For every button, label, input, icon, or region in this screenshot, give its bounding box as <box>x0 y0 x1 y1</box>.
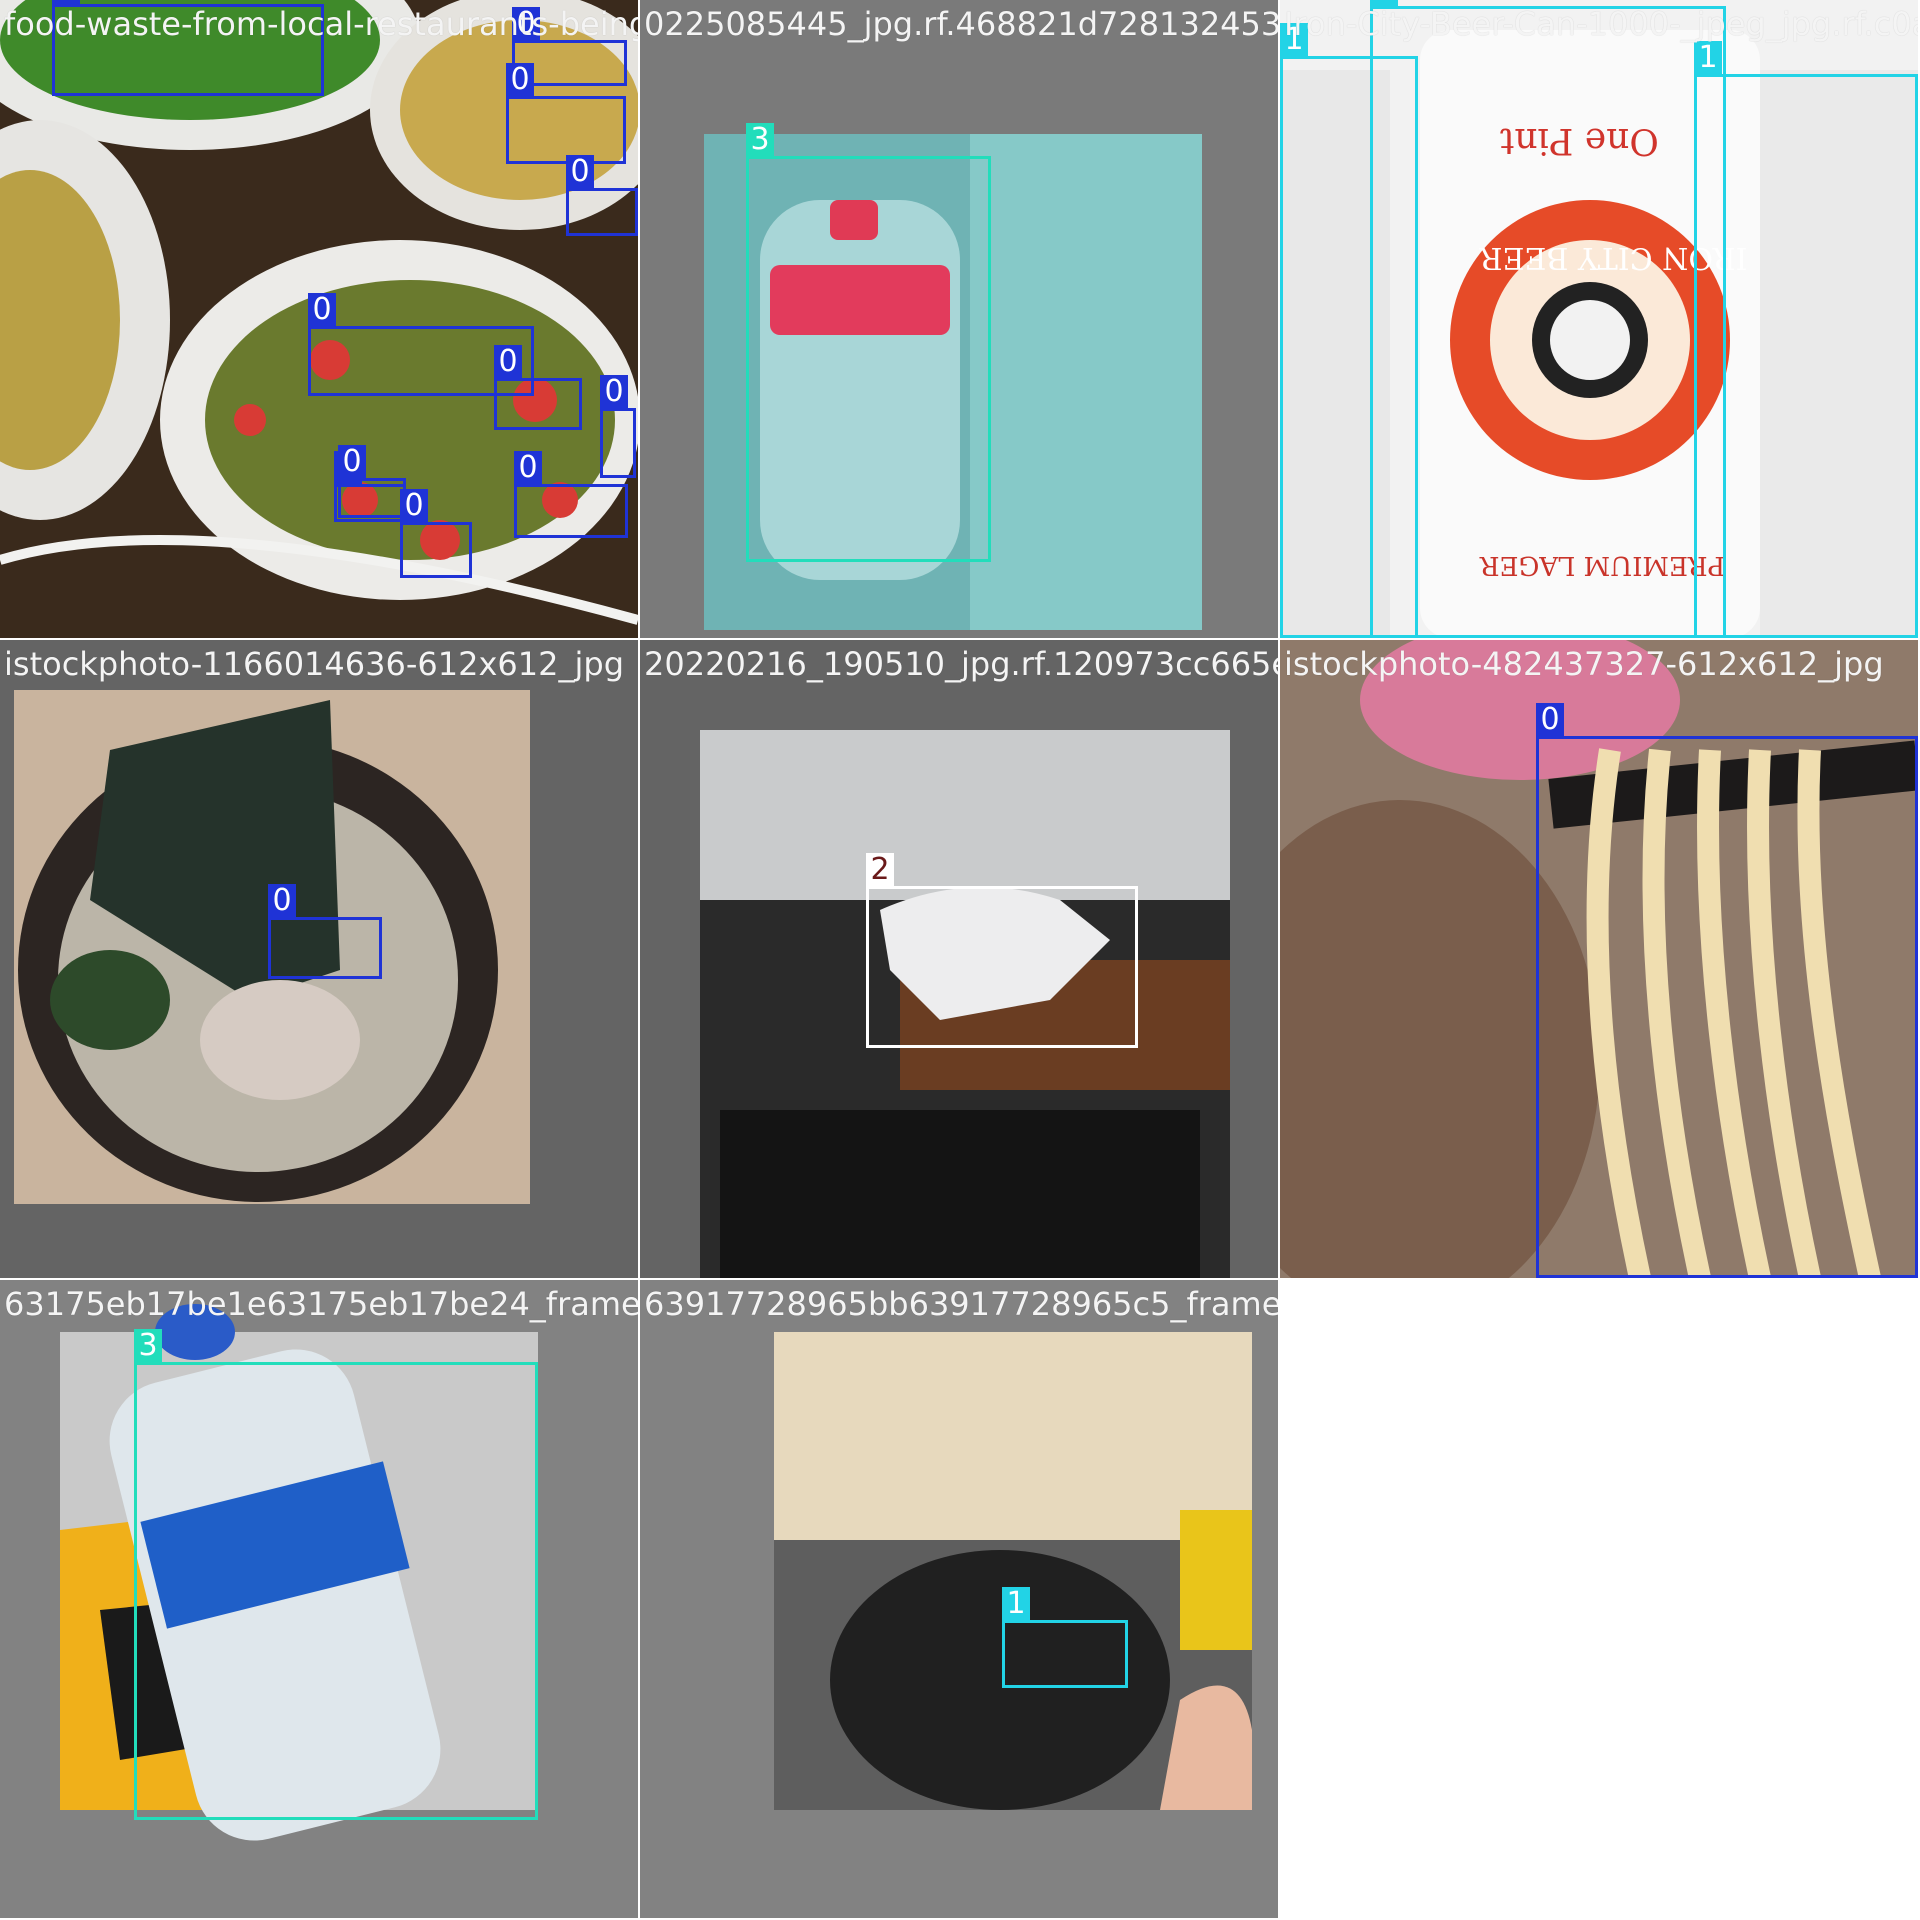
class-label: 3 <box>746 123 774 157</box>
tile-filename: 20220216_190510_jpg.rf.120973cc665e5b53 <box>644 645 1278 683</box>
tile-tissue-on-desk: 20220216_190510_jpg.rf.120973cc665e5b53 2 <box>640 640 1278 1278</box>
detection-box: 0 <box>514 451 628 538</box>
detection-box: 3 <box>134 1329 538 1820</box>
tile-filename: Iron-City-Beer-Can-1000-_jpeg_jpg.rf.c0a… <box>1284 5 1918 43</box>
detection-box: 0 <box>400 489 472 578</box>
detection-box: 0 <box>600 375 636 478</box>
detection-box: 1 <box>1002 1587 1128 1688</box>
class-label: 0 <box>566 155 594 189</box>
detection-box: 0 <box>268 884 382 979</box>
class-label: 0 <box>494 345 522 379</box>
detection-box: 3 <box>746 123 991 562</box>
tile-ramen-bowl: istockphoto-1166014636-612x612_jpg 0 <box>0 640 638 1278</box>
class-label: 0 <box>308 293 336 327</box>
class-label: 0 <box>268 884 296 918</box>
tile-plastic-bottle-corner: 0225085445_jpg.rf.468821d728132453a31 3 <box>640 0 1278 638</box>
tile-bin-opening: 63917728965bb63917728965c5_frame22_jpg.r… <box>640 1280 1278 1918</box>
detection-box: 2 <box>866 853 1138 1048</box>
class-label: 1 <box>1694 41 1722 75</box>
mosaic-grid: food-waste-from-local-restaurants-being 0… <box>0 0 1920 1920</box>
tile-food-waste-buckets: food-waste-from-local-restaurants-being 0… <box>0 0 638 638</box>
class-label: 0 <box>400 489 428 523</box>
class-label: 0 <box>338 445 366 479</box>
class-label: 0 <box>600 375 628 409</box>
tile-beer-cans: Iron-City-Beer-Can-1000-_jpeg_jpg.rf.c0a… <box>1280 0 1918 638</box>
tile-filename: 63175eb17be1e63175eb17be24_frame34_jpg <box>4 1285 638 1323</box>
tile-water-bottle-hand: 63175eb17be1e63175eb17be24_frame34_jpg 3 <box>0 1280 638 1918</box>
class-label: 3 <box>134 1329 162 1363</box>
class-label: 0 <box>506 63 534 97</box>
class-label: 1 <box>1002 1587 1030 1621</box>
tile-noodles-chopsticks: istockphoto-482437327-612x612_jpg 0 <box>1280 640 1918 1278</box>
detection-box: 0 <box>566 155 638 236</box>
detection-box: 0 <box>506 63 626 164</box>
class-label: 0 <box>514 451 542 485</box>
detection-box: 0 <box>338 445 406 518</box>
class-label: 2 <box>866 853 894 887</box>
detection-box: 1 <box>1694 41 1918 638</box>
bin-opening-photo <box>640 1280 1278 1918</box>
class-label: 0 <box>1536 703 1564 737</box>
tile-filename: 63917728965bb63917728965c5_frame22_jpg.r <box>644 1285 1278 1323</box>
tile-filename: istockphoto-482437327-612x612_jpg <box>1284 645 1884 683</box>
tile-filename: food-waste-from-local-restaurants-being <box>4 5 638 43</box>
detection-box: 1 <box>1370 0 1726 638</box>
detection-box: 0 <box>494 345 582 430</box>
detection-box: 0 <box>1536 703 1918 1278</box>
tile-filename: istockphoto-1166014636-612x612_jpg <box>4 645 624 683</box>
tile-filename: 0225085445_jpg.rf.468821d728132453a31 <box>644 5 1278 43</box>
